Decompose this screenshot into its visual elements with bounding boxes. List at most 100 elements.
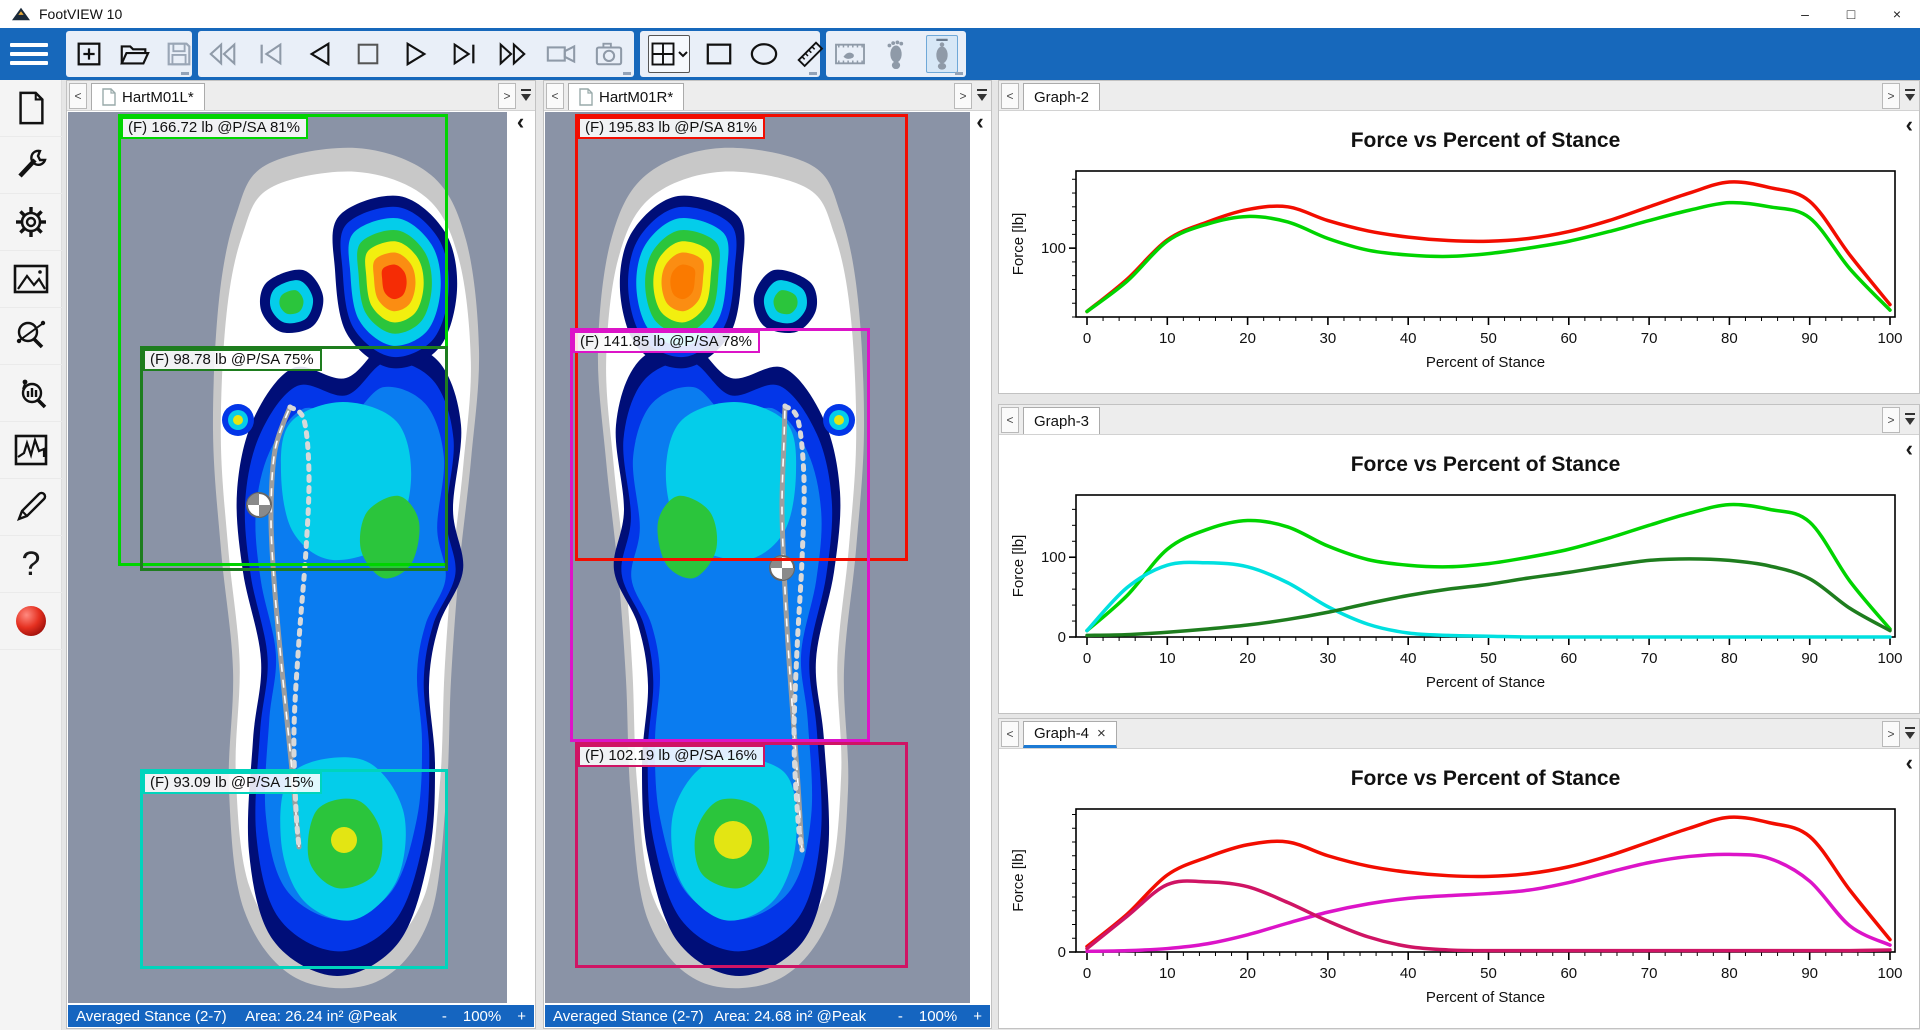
app-logo-icon <box>12 7 30 21</box>
image-icon <box>12 263 50 295</box>
sidebar-item-document[interactable] <box>0 80 62 137</box>
tab-scroll-right-button[interactable]: > <box>1882 83 1900 109</box>
tab-scroll-right-button[interactable]: > <box>498 83 516 109</box>
collapse-left-panel-icon[interactable]: ‹ <box>517 109 524 134</box>
svg-text:Force [lb]: Force [lb] <box>1010 535 1027 598</box>
grid-regions-button[interactable] <box>648 35 690 73</box>
ellipse-tool-button[interactable] <box>748 35 780 73</box>
tab-graph4[interactable]: Graph-4 × <box>1023 721 1117 748</box>
tab-scroll-left-button[interactable]: < <box>69 83 87 109</box>
tab-scroll-left-button[interactable]: < <box>1001 83 1019 109</box>
new-measurement-button[interactable] <box>74 35 104 73</box>
graph-icon <box>13 433 49 467</box>
wrench-icon <box>13 147 49 183</box>
minimize-button[interactable]: – <box>1782 0 1828 28</box>
svg-text:40: 40 <box>1400 965 1417 982</box>
tab-scroll-right-button[interactable]: > <box>1882 407 1900 433</box>
tab-scroll-right-button[interactable]: > <box>954 83 972 109</box>
tab-menu-icon[interactable] <box>1903 88 1917 104</box>
tab-scroll-left-button[interactable]: < <box>546 83 564 109</box>
maximize-button[interactable]: □ <box>1828 0 1874 28</box>
tab-menu-icon[interactable] <box>1903 726 1917 742</box>
region-force-annotation: (F) 166.72 lb @P/SA 81% <box>121 117 308 139</box>
force-chart: Force vs Percent of Stance01020304050607… <box>999 749 1919 1028</box>
title-bar: FootVIEW 10 – □ × <box>0 0 1920 28</box>
footprint-right-button[interactable] <box>926 35 958 73</box>
tab-label: Graph-4 <box>1034 725 1089 742</box>
sidebar-item-graph[interactable] <box>0 422 62 479</box>
svg-text:90: 90 <box>1801 650 1818 667</box>
svg-text:70: 70 <box>1641 650 1658 667</box>
tab-scroll-right-button[interactable]: > <box>1882 721 1900 747</box>
svg-text:0: 0 <box>1083 330 1091 347</box>
tab-hartm01l[interactable]: HartM01L* <box>91 83 205 110</box>
pressure-region-box[interactable]: (F) 98.78 lb @P/SA 75% <box>140 346 448 571</box>
skip-to-end-button[interactable] <box>447 35 481 73</box>
svg-text:40: 40 <box>1400 330 1417 347</box>
shapes-toolbar-group <box>640 31 820 77</box>
stance-mode-label: Averaged Stance (2-7) <box>76 1008 227 1025</box>
stop-button[interactable] <box>351 35 385 73</box>
play-button[interactable] <box>399 35 433 73</box>
collapse-right-panel-icon[interactable]: ‹ <box>976 109 983 134</box>
open-file-button[interactable] <box>118 35 150 73</box>
collapse-graph2-icon[interactable]: ‹ <box>1906 115 1913 135</box>
ruler-tool-button[interactable] <box>794 35 826 73</box>
save-disk-icon <box>164 39 194 69</box>
tab-menu-icon[interactable] <box>975 88 989 104</box>
sidebar-item-tools[interactable] <box>0 137 62 194</box>
fast-forward-icon <box>496 41 528 67</box>
sidebar-item-record[interactable] <box>0 593 62 650</box>
menu-button[interactable] <box>10 37 54 71</box>
svg-text:80: 80 <box>1721 330 1738 347</box>
right-foot-side-strip: ‹ <box>970 112 990 1003</box>
record-icon <box>16 606 46 636</box>
zoom-out-button[interactable]: - <box>898 1008 903 1025</box>
svg-text:70: 70 <box>1641 330 1658 347</box>
tab-graph3[interactable]: Graph-3 <box>1023 407 1100 434</box>
close-tab-icon[interactable]: × <box>1097 725 1106 742</box>
sidebar-item-image[interactable] <box>0 251 62 308</box>
pencil-icon <box>13 489 49 525</box>
rewind-icon <box>207 41 239 67</box>
tab-scroll-left-button[interactable]: < <box>1001 407 1019 433</box>
pressure-region-box[interactable]: (F) 141.85 lb @P/SA 78% <box>570 328 870 742</box>
graph4-chart-area: ‹ Force vs Percent of Stance010203040506… <box>999 749 1919 1028</box>
sidebar-item-subject-analysis[interactable] <box>0 365 62 422</box>
svg-text:30: 30 <box>1320 965 1337 982</box>
zoom-in-button[interactable]: + <box>517 1008 526 1025</box>
fast-forward-button[interactable] <box>495 35 529 73</box>
zoom-in-button[interactable]: + <box>973 1008 982 1025</box>
file-toolbar-group <box>66 31 192 77</box>
sidebar-item-annotate[interactable] <box>0 479 62 536</box>
tab-scroll-left-button[interactable]: < <box>1001 721 1019 747</box>
svg-text:Force vs Percent of Stance: Force vs Percent of Stance <box>1351 453 1621 476</box>
right-foot-window: < HartM01R* > ‹ ( <box>543 80 992 1029</box>
skip-end-icon <box>450 41 478 67</box>
tab-hartm01r[interactable]: HartM01R* <box>568 83 684 110</box>
graph4-window: < Graph-4 × > ‹ Force vs Percent of Stan… <box>998 718 1920 1029</box>
svg-text:20: 20 <box>1239 965 1256 982</box>
step-back-button[interactable] <box>302 35 336 73</box>
skip-to-start-button <box>254 35 288 73</box>
collapse-graph4-icon[interactable]: ‹ <box>1906 753 1913 773</box>
collapse-graph3-icon[interactable]: ‹ <box>1906 439 1913 459</box>
pressure-region-box[interactable]: (F) 102.19 lb @P/SA 16% <box>575 742 908 968</box>
close-button[interactable]: × <box>1874 0 1920 28</box>
tab-graph2[interactable]: Graph-2 <box>1023 83 1100 110</box>
chevron-down-icon <box>677 49 689 59</box>
graph3-tabstrip: < Graph-3 > <box>999 405 1919 435</box>
zoom-out-button[interactable]: - <box>442 1008 447 1025</box>
pressure-region-box[interactable]: (F) 93.09 lb @P/SA 15% <box>140 769 448 969</box>
play-icon <box>403 41 429 67</box>
tab-menu-icon[interactable] <box>519 88 533 104</box>
sidebar-item-help[interactable]: ? <box>0 536 62 593</box>
rectangle-tool-button[interactable] <box>704 35 734 73</box>
tab-menu-icon[interactable] <box>1903 412 1917 428</box>
sidebar-item-zoom-analysis[interactable] <box>0 308 62 365</box>
sidebar-item-settings[interactable] <box>0 194 62 251</box>
graph2-chart-area: ‹ Force vs Percent of Stance010203040506… <box>999 111 1919 393</box>
svg-text:0: 0 <box>1058 944 1066 961</box>
svg-text:30: 30 <box>1320 650 1337 667</box>
grid-icon <box>649 40 677 68</box>
